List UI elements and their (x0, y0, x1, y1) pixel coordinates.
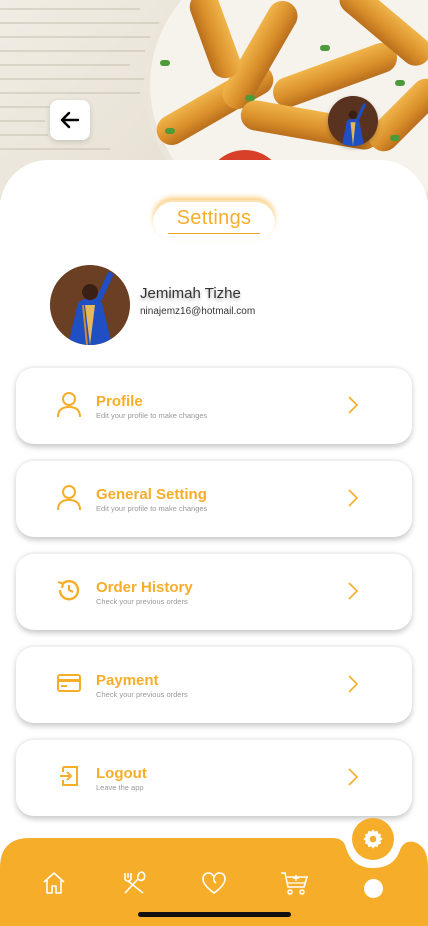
nav-favorites[interactable] (199, 868, 229, 898)
avatar[interactable] (50, 265, 130, 345)
menu-item-payment[interactable]: Payment Check your previous orders (16, 645, 412, 723)
arrow-left-icon (60, 111, 80, 129)
header-avatar[interactable] (328, 96, 378, 146)
page-title-text: Settings (176, 206, 252, 229)
home-indicator (138, 912, 291, 917)
home-icon (43, 872, 65, 894)
menu-item-subtitle: Edit your profile to make changes (96, 411, 208, 420)
chevron-right-icon (348, 396, 359, 414)
chevron-right-icon (348, 489, 359, 507)
nav-menu[interactable] (119, 868, 149, 898)
menu-item-subtitle: Leave the app (96, 783, 144, 792)
nav-cart[interactable] (279, 868, 309, 898)
chevron-right-icon (348, 582, 359, 600)
gear-icon (363, 829, 383, 849)
cart-icon (281, 872, 309, 895)
credit-card-icon (54, 668, 84, 698)
menu-item-label: General Setting (96, 486, 207, 503)
utensils-icon (124, 871, 146, 894)
heart-icon (202, 872, 226, 894)
settings-fab-button[interactable] (352, 818, 394, 860)
user-email: ninajemz16@hotmail.com (140, 306, 256, 317)
menu-item-label: Logout (96, 765, 147, 782)
user-name: Jemimah Tizhe (140, 285, 241, 302)
chevron-right-icon (348, 768, 359, 786)
history-icon (54, 575, 84, 605)
nav-active-dot[interactable] (364, 879, 383, 898)
back-button[interactable] (50, 100, 90, 140)
page-title: Settings (153, 200, 275, 240)
nav-home[interactable] (39, 868, 69, 898)
user-icon (54, 482, 84, 512)
chevron-right-icon (348, 675, 359, 693)
user-icon (54, 389, 84, 419)
menu-item-general-setting[interactable]: General Setting Edit your profile to mak… (16, 459, 412, 537)
menu-item-subtitle: Check your previous orders (96, 690, 188, 699)
menu-item-profile[interactable]: Profile Edit your profile to make change… (16, 366, 412, 444)
logout-icon (54, 761, 84, 791)
menu-item-label: Order History (96, 579, 193, 596)
menu-item-subtitle: Edit your profile to make changes (96, 504, 208, 513)
menu-item-order-history[interactable]: Order History Check your previous orders (16, 552, 412, 630)
menu-item-label: Profile (96, 393, 143, 410)
menu-item-subtitle: Check your previous orders (96, 597, 188, 606)
title-underline (168, 232, 260, 234)
menu-item-logout[interactable]: Logout Leave the app (16, 738, 412, 816)
menu-item-label: Payment (96, 672, 159, 689)
